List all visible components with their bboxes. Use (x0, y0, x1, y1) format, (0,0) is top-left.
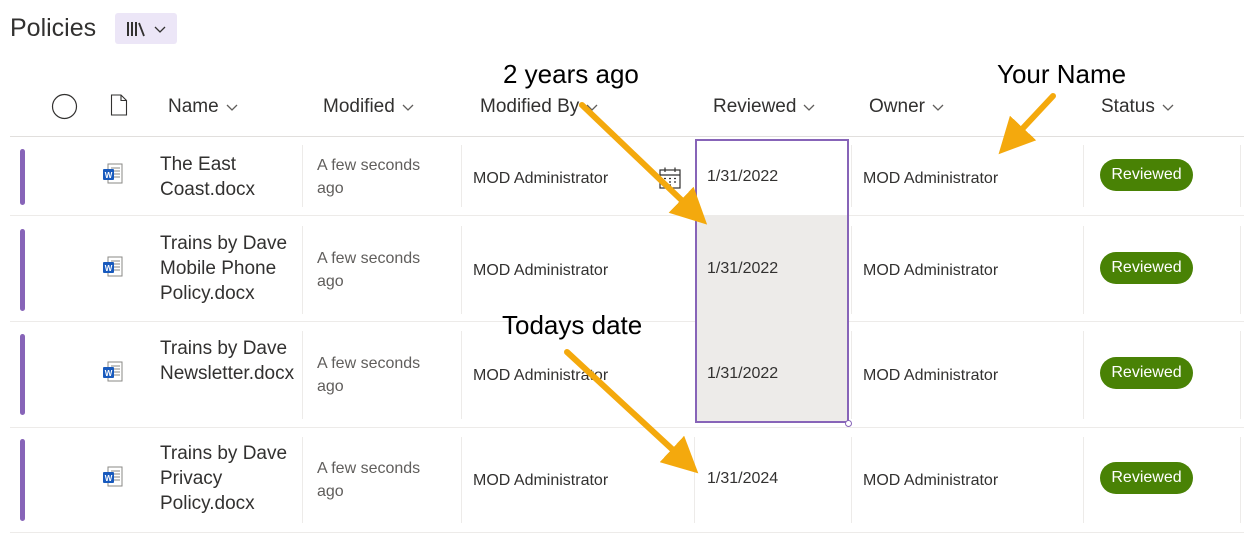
modified-by-cell: MOD Administrator (473, 170, 609, 187)
calendar-icon[interactable] (657, 165, 683, 191)
page-title: Policies (10, 14, 97, 42)
status-badge: Reviewed (1100, 462, 1193, 494)
cell-divider (851, 331, 852, 419)
file-name-link[interactable]: Trains by Dave Privacy Policy.docx (160, 441, 300, 516)
column-header-label: Reviewed (713, 96, 797, 117)
cell-divider (1083, 226, 1084, 314)
owner-cell: MOD Administrator (863, 170, 999, 187)
column-header-reviewed[interactable]: Reviewed (713, 96, 816, 118)
reviewed-cell-selection[interactable] (695, 139, 849, 423)
modified-cell: A few seconds ago (317, 355, 421, 395)
cell-divider (1240, 226, 1241, 314)
row-accent-bar (20, 149, 25, 205)
chevron-down-icon (1162, 104, 1174, 111)
file-name-link[interactable]: Trains by Dave Newsletter.docx (160, 336, 300, 386)
select-all-checkbox[interactable] (51, 93, 78, 120)
column-header-name[interactable]: Name (168, 96, 239, 118)
column-header-modified-by[interactable]: Modified By (480, 96, 599, 118)
row-accent-bar (20, 229, 25, 311)
owner-cell: MOD Administrator (863, 367, 999, 384)
column-header-label: Owner (869, 96, 925, 117)
file-name-link[interactable]: Trains by Dave Mobile Phone Policy.docx (160, 231, 300, 306)
cell-divider (461, 331, 462, 419)
chevron-down-icon (154, 26, 166, 33)
arrow-two-years-ago (579, 102, 708, 225)
word-document-icon: W (103, 163, 123, 184)
view-switcher-button[interactable] (115, 13, 177, 44)
svg-text:W: W (105, 171, 113, 180)
status-badge: Reviewed (1100, 357, 1193, 389)
file-name-link[interactable]: The East Coast.docx (160, 152, 300, 202)
column-header-status[interactable]: Status (1101, 96, 1175, 118)
cell-divider (1240, 437, 1241, 523)
cell-divider (851, 145, 852, 207)
library-icon (127, 21, 145, 36)
cell-divider (302, 437, 303, 523)
annotation-label: Todays date (502, 310, 643, 340)
status-badge: Reviewed (1100, 159, 1193, 191)
word-document-icon: W (103, 361, 123, 382)
cell-divider (1240, 331, 1241, 419)
owner-cell: MOD Administrator (863, 472, 999, 489)
modified-cell: A few seconds ago (317, 460, 421, 500)
reviewed-date-cell[interactable]: 1/31/2024 (707, 470, 778, 488)
owner-cell: MOD Administrator (863, 262, 999, 279)
column-header-label: Modified By (480, 96, 580, 117)
column-header-owner[interactable]: Owner (869, 96, 945, 118)
row-divider (10, 427, 1244, 428)
cell-divider (302, 145, 303, 207)
cell-divider (1240, 145, 1241, 207)
svg-text:W: W (105, 474, 113, 483)
svg-text:W: W (105, 264, 113, 273)
chevron-down-icon (226, 104, 238, 111)
column-header-label: Modified (323, 96, 395, 117)
cell-divider (1083, 437, 1084, 523)
row-divider (10, 215, 1244, 216)
annotation-label: Your Name (997, 59, 1127, 89)
chevron-down-icon (586, 104, 598, 111)
chevron-down-icon (932, 104, 944, 111)
modified-by-cell: MOD Administrator (473, 262, 609, 279)
column-header-label: Status (1101, 96, 1155, 117)
modified-cell: A few seconds ago (317, 250, 421, 290)
status-badge: Reviewed (1100, 252, 1193, 284)
column-header-label: Name (168, 96, 219, 117)
selection-fill-handle[interactable] (845, 420, 852, 427)
cell-divider (302, 226, 303, 314)
cell-divider (461, 437, 462, 523)
svg-text:W: W (105, 369, 113, 378)
cell-divider (694, 437, 695, 523)
file-type-icon[interactable] (110, 94, 128, 116)
annotation-label: 2 years ago (503, 59, 639, 89)
cell-divider (851, 226, 852, 314)
word-document-icon: W (103, 466, 123, 487)
cell-divider (461, 226, 462, 314)
row-accent-bar (20, 439, 25, 521)
cell-divider (851, 437, 852, 523)
cell-divider (1083, 331, 1084, 419)
modified-by-cell: MOD Administrator (473, 367, 609, 384)
cell-divider (461, 145, 462, 207)
chevron-down-icon (402, 104, 414, 111)
word-document-icon: W (103, 256, 123, 277)
row-divider (10, 532, 1244, 533)
cell-divider (302, 331, 303, 419)
chevron-down-icon (803, 104, 815, 111)
cell-divider (1083, 145, 1084, 207)
header-divider (10, 136, 1244, 137)
modified-cell: A few seconds ago (317, 157, 421, 197)
row-accent-bar (20, 334, 25, 415)
modified-by-cell: MOD Administrator (473, 472, 609, 489)
column-header-modified[interactable]: Modified (323, 96, 415, 118)
